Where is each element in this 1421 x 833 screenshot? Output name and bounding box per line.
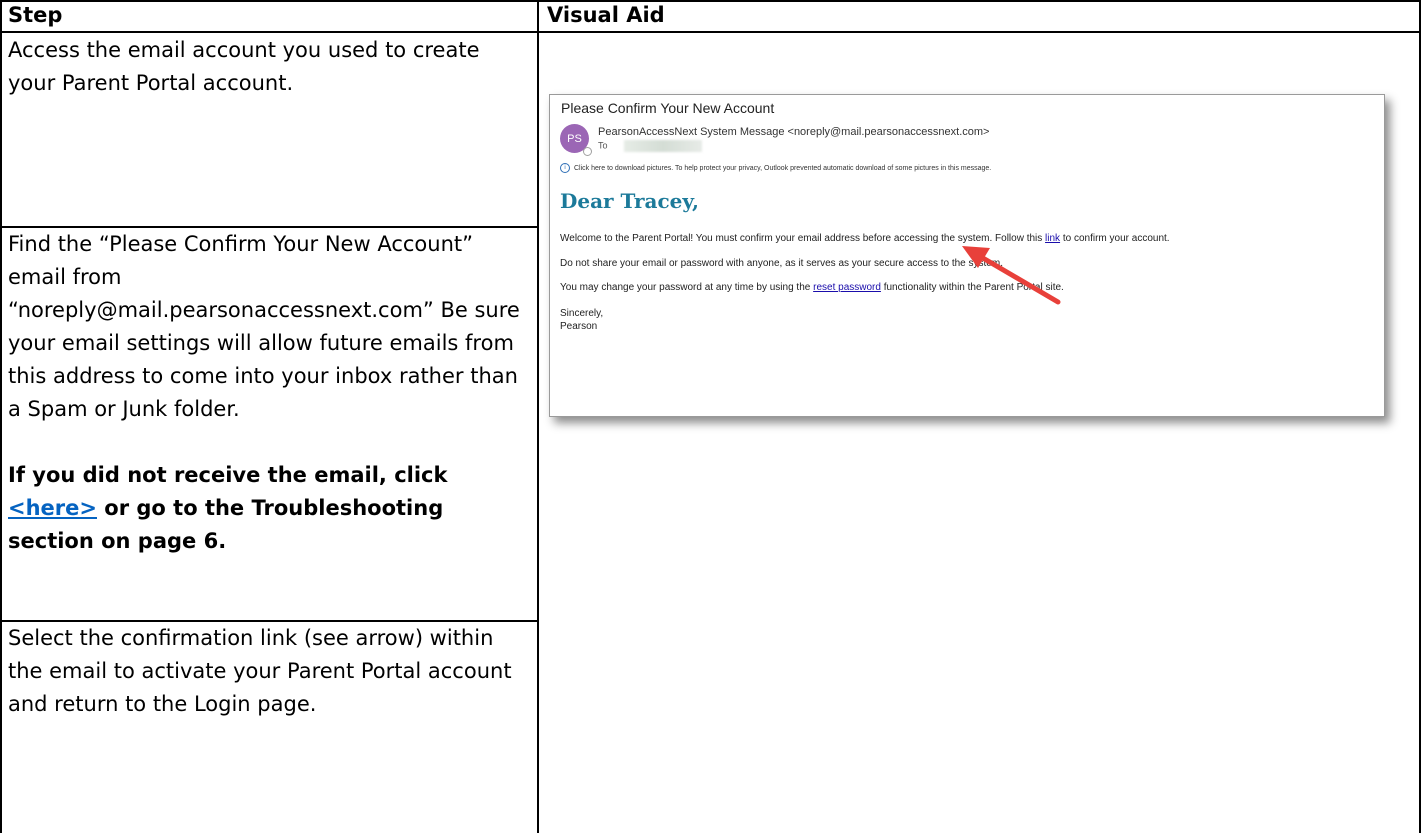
- red-arrow-icon: [962, 246, 1061, 305]
- email-line-2: Do not share your email or password with…: [560, 258, 1003, 269]
- line1-after: to confirm your account.: [1062, 233, 1170, 244]
- download-pictures-notice[interactable]: i Click here to download pictures. To he…: [560, 163, 991, 173]
- email-to-row: To: [598, 140, 703, 152]
- missing-email-note: If you did not receive the email, click …: [8, 459, 528, 558]
- reset-password-link[interactable]: reset password: [813, 282, 881, 293]
- presence-indicator-icon: [583, 147, 592, 156]
- info-notice-text: Click here to download pictures. To help…: [574, 164, 992, 172]
- missing-email-prefix: If you did not receive the email, click: [8, 463, 448, 487]
- email-signature: Pearson: [560, 321, 598, 332]
- step-2-text: Find the “Please Confirm Your New Accoun…: [8, 232, 520, 421]
- header-step: Step: [8, 3, 63, 27]
- here-link[interactable]: <here>: [8, 496, 97, 520]
- to-label: To: [598, 140, 608, 151]
- line3-before: You may change your password at any time…: [560, 282, 811, 293]
- step-3-text: Select the confirmation link (see arrow)…: [8, 626, 512, 716]
- redacted-recipient: [624, 140, 703, 152]
- email-greeting: Dear Tracey,: [560, 189, 700, 213]
- header-bottom-border: [0, 31, 1421, 33]
- column-divider: [537, 0, 539, 833]
- email-signoff: Sincerely,: [560, 308, 604, 319]
- step-1-text: Access the email account you used to cre…: [8, 38, 480, 95]
- header-visual-aid: Visual Aid: [547, 3, 665, 27]
- step-2-cell: Find the “Please Confirm Your New Accoun…: [8, 228, 528, 558]
- email-sender: PearsonAccessNext System Message <norepl…: [598, 126, 990, 138]
- email-line-1: Welcome to the Parent Portal! You must c…: [560, 233, 1170, 244]
- table-top-border: [0, 0, 1421, 2]
- email-subject: Please Confirm Your New Account: [561, 100, 775, 116]
- info-icon: i: [560, 163, 570, 173]
- table-left-border: [0, 0, 2, 833]
